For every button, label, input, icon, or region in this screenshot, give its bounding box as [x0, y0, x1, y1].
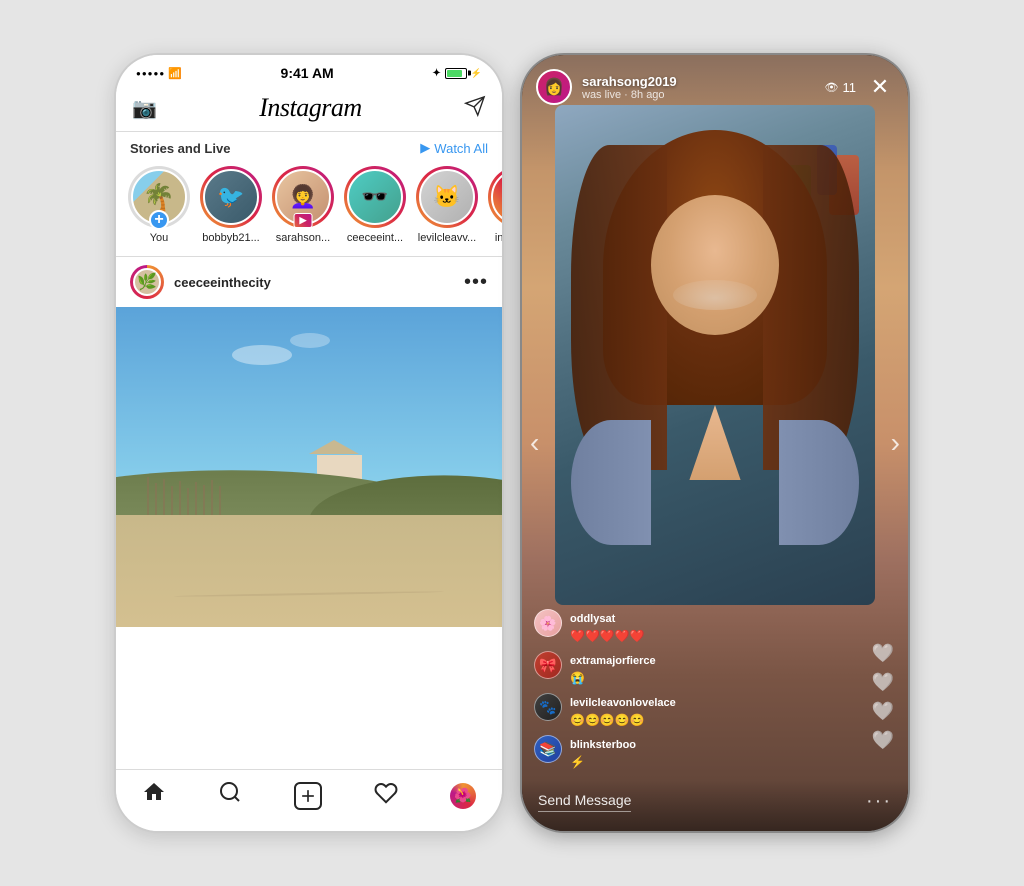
live-more-button[interactable]: ···	[866, 790, 892, 813]
story-item-instagram[interactable]: 📷 instagra...	[488, 166, 502, 244]
live-next-button[interactable]: ›	[891, 427, 900, 459]
heart-4: 🤍	[872, 730, 894, 751]
story-label-you: You	[150, 232, 169, 244]
camera-icon[interactable]: 📷	[132, 96, 157, 121]
live-close-button[interactable]: ✕	[866, 73, 894, 101]
comment-msg-blinkster: ⚡	[570, 755, 585, 769]
stories-bar: Stories and Live ▶ Watch All 🌴 + You	[116, 132, 502, 257]
nav-search-icon[interactable]	[218, 780, 242, 811]
post-more-button[interactable]: •••	[464, 271, 488, 294]
heart-1: 🤍	[872, 643, 894, 664]
comment-username-blinkster: blinksterboo	[570, 739, 636, 751]
eye-icon: 👁	[825, 81, 839, 94]
watch-all-button[interactable]: ▶ Watch All	[420, 140, 488, 156]
story-avatar-bobby: 🐦	[203, 169, 259, 225]
left-phone: ●●●●● 📶 9:41 AM ✦ ⚡ 📷 Instagram	[114, 53, 504, 833]
live-user-info: sarahsong2019 was live · 8h ago	[582, 74, 815, 101]
viewer-count: 11	[843, 80, 857, 95]
live-username: sarahsong2019	[582, 74, 815, 89]
comment-item-levilcleavon: 🐾 levilcleavonlovelace 😊😊😊😊😊	[534, 693, 848, 729]
story-item-ceecee[interactable]: 🕶️ ceeceeint...	[344, 166, 406, 244]
comment-avatar-levilcleavon: 🐾	[534, 693, 562, 721]
comment-msg-levilcleavon: 😊😊😊😊😊	[570, 713, 645, 727]
live-comments: 🌸 oddlysat ❤️❤️❤️❤️❤️ 🎀 extramajorfierce…	[534, 609, 848, 771]
comment-msg-extramajor: 😭	[570, 671, 585, 685]
story-label-ceecee: ceeceeint...	[347, 232, 403, 244]
comment-msg-oddlysat: ❤️❤️❤️❤️❤️	[570, 629, 645, 643]
send-message-input[interactable]: Send Message	[538, 792, 631, 812]
comment-username-levilcleavon: levilcleavonlovelace	[570, 697, 676, 709]
story-avatar-levilcleavv: 🐱	[419, 169, 475, 225]
comment-avatar-blinkster: 📚	[534, 735, 562, 763]
heart-2: 🤍	[872, 672, 894, 693]
nav-home-icon[interactable]	[142, 780, 166, 811]
stories-list: 🌴 + You 🐦 bobbyb21...	[116, 162, 502, 256]
charging-icon: ⚡	[471, 68, 482, 79]
comment-avatar-oddlysat: 🌸	[534, 609, 562, 637]
post-username[interactable]: ceeceeinthecity	[174, 275, 271, 290]
battery-icon	[445, 68, 467, 79]
signal-dots: ●●●●●	[136, 69, 165, 78]
live-top-bar: 👩 sarahsong2019 was live · 8h ago 👁 11 ✕	[522, 55, 908, 113]
comment-text-oddlysat: oddlysat ❤️❤️❤️❤️❤️	[570, 609, 645, 645]
story-item-sarah[interactable]: 👩‍🦱 ▶ sarahson...	[272, 166, 334, 244]
story-label-instagram: instagra...	[495, 232, 502, 244]
post-avatar[interactable]: 🌿	[130, 265, 164, 299]
live-prev-button[interactable]: ‹	[530, 427, 539, 459]
comment-text-levilcleavon: levilcleavonlovelace 😊😊😊😊😊	[570, 693, 676, 729]
live-user-avatar[interactable]: 👩	[536, 69, 572, 105]
bottom-nav: 🌺	[116, 769, 502, 831]
stories-title: Stories and Live	[130, 141, 230, 156]
story-label-bobby: bobbyb21...	[202, 232, 260, 244]
instagram-logo: Instagram	[259, 93, 361, 123]
story-item-bobby[interactable]: 🐦 bobbyb21...	[200, 166, 262, 244]
bluetooth-icon: ✦	[432, 68, 440, 79]
right-phone: 👩 sarahsong2019 was live · 8h ago 👁 11 ✕…	[520, 53, 910, 833]
comment-username-extramajor: extramajorfierce	[570, 655, 656, 667]
play-icon: ▶	[420, 140, 430, 156]
wifi-icon: 📶	[168, 67, 182, 80]
story-item-levilcleavv[interactable]: 🐱 levilcleavv...	[416, 166, 478, 244]
status-bar: ●●●●● 📶 9:41 AM ✦ ⚡	[116, 55, 502, 85]
post-image	[116, 307, 502, 627]
live-play-badge: ▶	[294, 213, 313, 228]
time-display: 9:41 AM	[281, 65, 334, 81]
feed-post: 🌿 ceeceeinthecity •••	[116, 257, 502, 769]
comment-username-oddlysat: oddlysat	[570, 613, 615, 625]
ig-header: 📷 Instagram	[116, 85, 502, 132]
comment-text-extramajor: extramajorfierce 😭	[570, 651, 656, 687]
nav-add-icon[interactable]	[294, 782, 322, 810]
story-label-levilcleavv: levilcleavv...	[418, 232, 476, 244]
story-item-you[interactable]: 🌴 + You	[128, 166, 190, 244]
add-story-badge: +	[149, 210, 169, 230]
story-avatar-ceecee: 🕶️	[347, 169, 403, 225]
nav-profile-icon[interactable]: 🌺	[450, 783, 476, 809]
live-status: was live · 8h ago	[582, 89, 815, 101]
story-label-sarah: sarahson...	[276, 232, 330, 244]
stories-header: Stories and Live ▶ Watch All	[116, 132, 502, 162]
live-hearts: 🤍 🤍 🤍 🤍	[872, 643, 894, 751]
comment-item-blinkster: 📚 blinksterboo ⚡	[534, 735, 848, 771]
comment-text-blinkster: blinksterboo ⚡	[570, 735, 636, 771]
live-video	[555, 105, 875, 605]
comment-item-extramajor: 🎀 extramajorfierce 😭	[534, 651, 848, 687]
direct-message-icon[interactable]	[464, 95, 486, 122]
live-viewers: 👁 11	[825, 80, 856, 95]
live-bottom-bar: Send Message ···	[522, 780, 908, 831]
nav-heart-icon[interactable]	[374, 781, 398, 811]
post-header: 🌿 ceeceeinthecity •••	[116, 257, 502, 307]
comment-avatar-extramajor: 🎀	[534, 651, 562, 679]
comment-item-oddlysat: 🌸 oddlysat ❤️❤️❤️❤️❤️	[534, 609, 848, 645]
story-avatar-instagram: 📷	[491, 169, 502, 225]
heart-3: 🤍	[872, 701, 894, 722]
post-author: 🌿 ceeceeinthecity	[130, 265, 271, 299]
